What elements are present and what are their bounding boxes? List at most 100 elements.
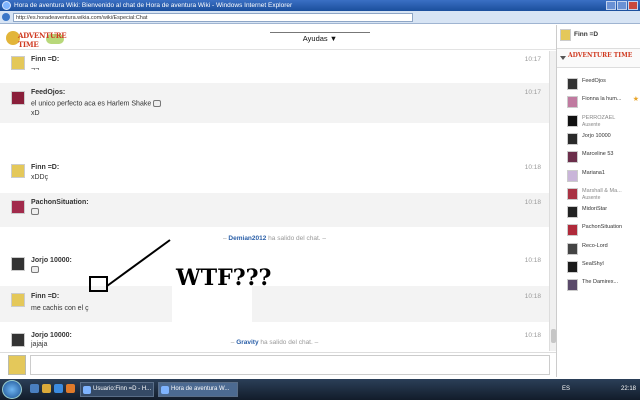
avatar[interactable] bbox=[11, 164, 25, 178]
message-author[interactable]: Jorjo 10000: bbox=[31, 257, 72, 264]
user-name: Marceline 53 bbox=[582, 151, 614, 158]
task-label: Hora de aventura W... bbox=[171, 386, 230, 392]
message-text bbox=[31, 208, 39, 215]
message-text: xD bbox=[31, 110, 40, 117]
internet-explorer-icon bbox=[2, 1, 11, 10]
user-list-item[interactable]: PERROZAEL Ausente bbox=[557, 113, 640, 131]
minimize-button[interactable] bbox=[606, 1, 616, 10]
message-text: me cachis con el ç bbox=[31, 305, 89, 312]
user-name: Reco-Lord bbox=[582, 242, 608, 249]
user-name: Jorjo 10000 bbox=[582, 132, 611, 139]
back-button[interactable] bbox=[2, 13, 10, 21]
user-list-item[interactable]: Reco-Lord bbox=[557, 241, 640, 259]
close-button[interactable] bbox=[628, 1, 638, 10]
wiki-logo[interactable]: ADVENTURE TIME bbox=[6, 30, 67, 49]
user-list-item[interactable]: Marceline 53 bbox=[557, 149, 640, 167]
chat-message: PachonSituation: 10:18 bbox=[0, 193, 549, 227]
quicklaunch-explorer-icon[interactable] bbox=[42, 384, 51, 393]
message-author[interactable]: Finn =D: bbox=[31, 164, 59, 171]
windows-taskbar: Usuario:Finn =D - H... Hora de aventura … bbox=[0, 379, 640, 400]
maximize-button[interactable] bbox=[617, 1, 627, 10]
wiki-room[interactable]: ADVENTURE TIME bbox=[557, 48, 640, 68]
window-title: Hora de aventura Wiki: Bienvenido al cha… bbox=[14, 2, 293, 9]
inform-user[interactable]: Gravity bbox=[236, 339, 258, 346]
message-text: el unico perfecto aca es Harlem Shake bbox=[31, 100, 162, 108]
message-time: 10:17 bbox=[524, 89, 541, 96]
chat-message: FeedOjos: el unico perfecto aca es Harle… bbox=[0, 83, 549, 123]
chat-scrollbar[interactable] bbox=[549, 51, 556, 351]
user-status: Ausente bbox=[582, 121, 601, 128]
quicklaunch-media-icon[interactable] bbox=[66, 384, 75, 393]
ayudas-menu[interactable]: Ayudas ▼ bbox=[270, 32, 370, 44]
address-bar: http://es.horadeaventura.wikia.com/wiki/… bbox=[0, 11, 640, 24]
user-list-item[interactable]: SealShyl bbox=[557, 259, 640, 277]
avatar[interactable] bbox=[11, 200, 25, 214]
inform-text: ha salido del chat. – bbox=[258, 339, 319, 346]
current-user-name: Finn =D bbox=[574, 31, 599, 38]
avatar bbox=[567, 96, 578, 109]
clock[interactable]: 22:18 bbox=[621, 379, 636, 400]
avatar bbox=[567, 114, 578, 127]
user-name: Fionna la hum... bbox=[582, 96, 622, 103]
user-list-item[interactable]: The Damirex... bbox=[557, 277, 640, 295]
avatar[interactable] bbox=[11, 293, 25, 307]
user-list-item[interactable]: Mariana1 bbox=[557, 168, 640, 186]
quicklaunch-ie-icon[interactable] bbox=[54, 384, 63, 393]
window-title-bar: Hora de aventura Wiki: Bienvenido al cha… bbox=[0, 0, 640, 11]
chat-input[interactable] bbox=[30, 355, 550, 375]
emoticon-icon bbox=[153, 100, 162, 107]
message-line: me cachis con el ç bbox=[31, 305, 89, 312]
user-list-item[interactable]: PachonSituation bbox=[557, 222, 640, 240]
avatar bbox=[567, 132, 578, 145]
user-list-item[interactable]: MidoriStar bbox=[557, 204, 640, 222]
avatar[interactable] bbox=[11, 91, 25, 105]
user-name: MidoriStar bbox=[582, 206, 608, 213]
url-field[interactable]: http://es.horadeaventura.wikia.com/wiki/… bbox=[13, 13, 413, 22]
chat-message: Finn =D: me cachis con el ç 10:18 bbox=[0, 286, 549, 322]
task-usuario[interactable]: Usuario:Finn =D - H... bbox=[80, 382, 154, 397]
inform-message: – Demian2012 ha salido del chat. – bbox=[0, 235, 549, 242]
message-author[interactable]: Finn =D: bbox=[31, 56, 59, 63]
user-list-item[interactable]: Fionna la hum... ★ bbox=[557, 94, 640, 112]
user-name: The Damirex... bbox=[582, 279, 619, 286]
avatar bbox=[560, 29, 571, 41]
avatar bbox=[567, 169, 578, 182]
avatar[interactable] bbox=[11, 257, 25, 271]
user-name: PachonSituation bbox=[582, 224, 623, 231]
message-line: el unico perfecto aca es Harlem Shake bbox=[31, 100, 152, 108]
message-author[interactable]: FeedOjos: bbox=[31, 89, 65, 96]
star-icon: ★ bbox=[632, 96, 639, 104]
message-author[interactable]: Jorjo 10000: bbox=[31, 332, 72, 339]
message-time: 10:17 bbox=[524, 56, 541, 63]
user-list-item[interactable]: FeedOjos bbox=[557, 76, 640, 94]
avatar bbox=[567, 151, 578, 164]
message-time: 10:18 bbox=[524, 164, 541, 171]
logo-text: ADVENTURE TIME bbox=[18, 31, 67, 49]
annotation-text: WTF??? bbox=[176, 265, 272, 291]
window-controls bbox=[606, 1, 638, 10]
user-list-item[interactable]: Marshall & Ma... Ausente bbox=[557, 186, 640, 204]
avatar bbox=[567, 224, 578, 237]
message-author[interactable]: PachonSituation: bbox=[31, 199, 89, 206]
user-status: Ausente bbox=[582, 194, 601, 201]
avatar[interactable] bbox=[11, 56, 25, 70]
language-indicator[interactable]: ES bbox=[562, 379, 570, 400]
task-hora-de-aventura[interactable]: Hora de aventura W... bbox=[158, 382, 238, 397]
quicklaunch-desktop-icon[interactable] bbox=[30, 384, 39, 393]
inform-user[interactable]: Demian2012 bbox=[228, 235, 266, 242]
ie-task-icon bbox=[83, 386, 91, 394]
wiki-mini-logo: ADVENTURE TIME bbox=[568, 52, 633, 59]
start-button[interactable] bbox=[2, 380, 22, 399]
user-name: Marshall & Ma... bbox=[582, 187, 622, 194]
user-name: PERROZAEL bbox=[582, 114, 616, 121]
message-author[interactable]: Finn =D: bbox=[31, 293, 59, 300]
divider bbox=[0, 49, 556, 50]
task-label: Usuario:Finn =D - H... bbox=[93, 386, 152, 392]
user-name: Mariana1 bbox=[582, 169, 605, 176]
current-user[interactable]: Finn =D bbox=[557, 28, 640, 44]
message-time: 10:18 bbox=[524, 257, 541, 264]
user-list-item[interactable]: Jorjo 10000 bbox=[557, 131, 640, 149]
chat-message: Finn =D: ¬¬ 10:17 bbox=[0, 51, 549, 83]
chat-message-list[interactable]: Finn =D: ¬¬ 10:17 FeedOjos: el unico per… bbox=[0, 51, 549, 351]
message-text: xDDç bbox=[31, 174, 49, 181]
